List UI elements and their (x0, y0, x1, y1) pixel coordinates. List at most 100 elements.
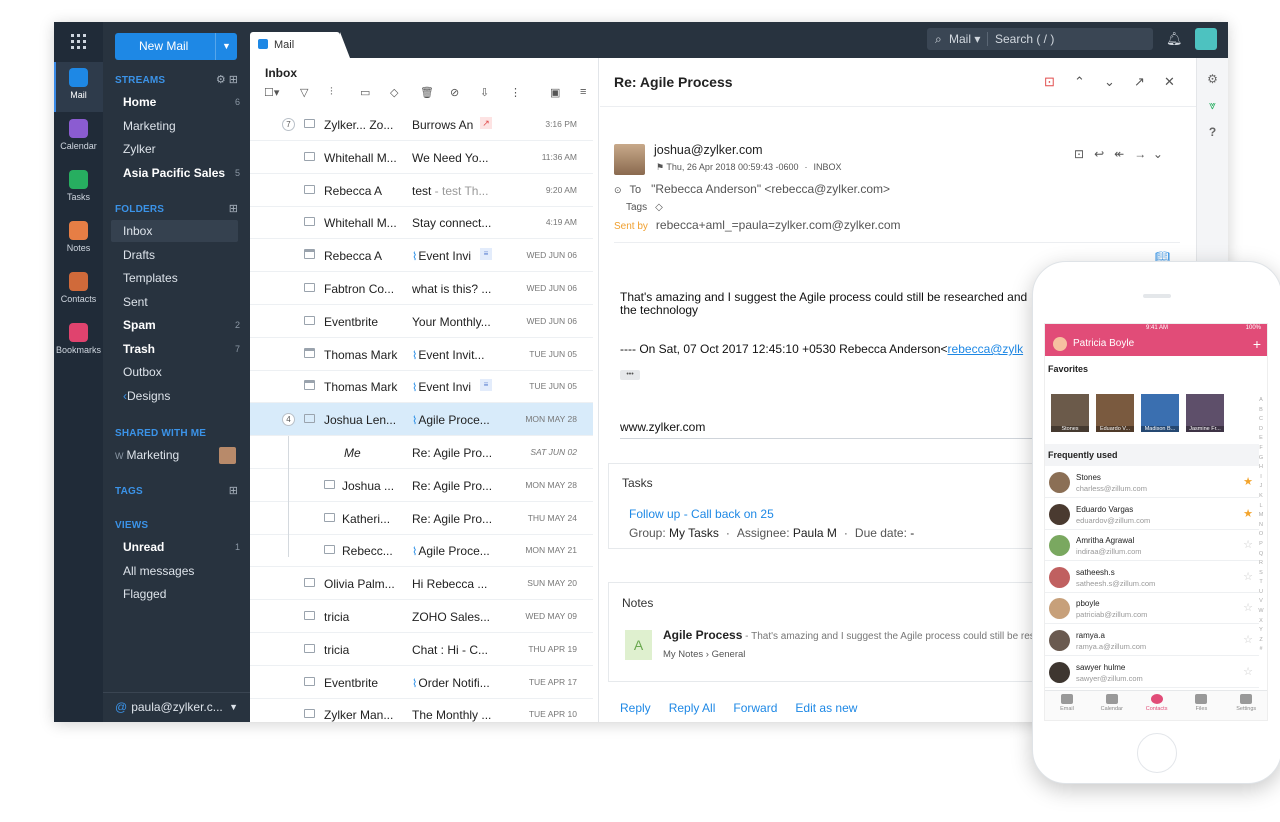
alphabet-letter[interactable]: A (1257, 396, 1265, 406)
star-icon[interactable]: ☆ (1243, 570, 1253, 583)
tag-icon[interactable]: ◇ (390, 86, 398, 99)
alphabet-letter[interactable]: G (1257, 454, 1265, 464)
alphabet-letter[interactable]: Y (1257, 626, 1265, 636)
message-row[interactable]: Zylker Man... The Monthly ... TUE APR 10 (250, 698, 593, 722)
tag-icon[interactable]: ◇ (655, 202, 663, 213)
alphabet-letter[interactable]: O (1257, 530, 1265, 540)
nav-item-zylker[interactable]: Zylker (103, 138, 250, 160)
phone-tab-calendar[interactable]: Calendar (1090, 694, 1134, 712)
note-item[interactable]: Agile Process - That's amazing and I sug… (663, 628, 1035, 642)
edit-as-new-link[interactable]: Edit as new (795, 701, 857, 715)
alphabet-letter[interactable]: I (1257, 473, 1265, 483)
more-icon[interactable]: ⋮ (510, 86, 521, 99)
chevron-down-icon[interactable]: ▼ (215, 33, 237, 60)
nav-item-drafts[interactable]: Drafts (103, 244, 250, 266)
message-row[interactable]: Olivia Palm... Hi Rebecca ... SUN MAY 20 (250, 567, 593, 601)
chevron-down-icon[interactable]: ▼ (229, 693, 238, 721)
select-all-checkbox[interactable]: ☐▾ (264, 86, 279, 99)
message-row[interactable]: tricia ZOHO Sales... WED MAY 09 (250, 600, 593, 633)
stream-settings-icon[interactable]: ⚙ ⊞ (216, 73, 238, 86)
message-row[interactable]: Katheri... Re: Agile Pro... THU MAY 24 (250, 502, 593, 535)
alphabet-letter[interactable]: F (1257, 444, 1265, 454)
phone-tab-email[interactable]: Email (1045, 694, 1089, 712)
nav-item-inbox[interactable]: Inbox (111, 220, 238, 242)
star-icon[interactable]: ☆ (1243, 538, 1253, 551)
alphabet-letter[interactable]: M (1257, 511, 1265, 521)
rail-item-tasks[interactable]: Tasks (54, 164, 103, 214)
task-title-link[interactable]: Follow up - Call back on 25 (629, 507, 774, 521)
settings-icon[interactable]: ⚙ (1197, 72, 1228, 86)
alphabet-letter[interactable]: T (1257, 578, 1265, 588)
rail-item-contacts[interactable]: Contacts (54, 266, 103, 316)
message-row[interactable]: Rebecca A test - test Th... 9:20 AM (250, 174, 593, 207)
alphabet-letter[interactable]: R (1257, 559, 1265, 569)
alphabet-letter[interactable]: V (1257, 597, 1265, 607)
contact-row[interactable]: sawyer hulme sawyer@zillum.com ☆ (1045, 657, 1259, 688)
phone-tab-files[interactable]: Files (1179, 694, 1223, 712)
alphabet-letter[interactable]: S (1257, 569, 1265, 579)
message-row[interactable]: Thomas Mark ⌇Event Invi ≡ TUE JUN 05 (250, 370, 593, 404)
previous-icon[interactable]: ⌃ (1074, 74, 1085, 90)
thread-count-badge[interactable]: 7 (282, 118, 295, 131)
search-bar[interactable]: ⌕ Mail ▾ Search ( / ) (927, 28, 1153, 50)
message-row[interactable]: Thomas Mark ⌇Event Invit... TUE JUN 05 (250, 338, 593, 371)
message-row[interactable]: Fabtron Co... what is this? ... WED JUN 06 (250, 272, 593, 305)
alphabet-letter[interactable]: C (1257, 415, 1265, 425)
nav-item-trash[interactable]: Trash 7 (103, 338, 250, 360)
archive-icon[interactable]: ⇩ (480, 86, 489, 99)
alphabet-letter[interactable]: # (1257, 645, 1265, 655)
user-avatar[interactable] (1195, 28, 1217, 50)
search-scope-select[interactable]: Mail ▾ (949, 28, 980, 50)
shared-item-marketing[interactable]: W Marketing (103, 444, 250, 466)
contact-row[interactable]: ramya.a ramya.a@zillum.com ☆ (1045, 625, 1259, 656)
favorite-contact[interactable]: Stones (1051, 394, 1089, 432)
alphabet-letter[interactable]: Z (1257, 636, 1265, 646)
app-grid-icon[interactable] (71, 34, 86, 49)
alphabet-letter[interactable]: K (1257, 492, 1265, 502)
attachment-filter-icon[interactable]: ⫶ (330, 86, 333, 99)
nav-item-flagged[interactable]: Flagged (103, 583, 250, 605)
home-button[interactable] (1137, 733, 1177, 773)
integrations-icon[interactable]: ⩔ (1197, 98, 1228, 113)
nav-item-outbox[interactable]: Outbox (103, 361, 250, 383)
message-row[interactable]: Joshua ... Re: Agile Pro... MON MAY 28 (250, 469, 593, 502)
popout-icon[interactable]: ↗ (1134, 74, 1145, 90)
new-mail-button[interactable]: New Mail ▼ (115, 33, 237, 60)
search-input[interactable]: Search ( / ) (995, 28, 1054, 50)
message-row[interactable]: Rebecc... ⌇Agile Proce... MON MAY 21 (250, 534, 593, 568)
add-contact-icon[interactable]: + (1253, 332, 1261, 356)
rail-item-bookmarks[interactable]: Bookmarks (54, 317, 103, 367)
nav-item-sent[interactable]: Sent (103, 291, 250, 313)
folder-icon[interactable]: ▭ (360, 86, 370, 99)
message-row[interactable]: 4 Joshua Len... ⌇Agile Proce... MON MAY 28 (250, 403, 593, 437)
reply-all-icon[interactable]: ↞ (1114, 147, 1124, 161)
message-row[interactable]: Eventbrite ⌇Order Notifi... TUE APR 17 (250, 666, 593, 699)
alphabet-letter[interactable]: X (1257, 617, 1265, 627)
nav-item-asia-pacific-sales[interactable]: Asia Pacific Sales 5 (103, 162, 250, 184)
alphabet-letter[interactable]: J (1257, 482, 1265, 492)
alphabet-index[interactable]: A B C D E F G H I J K L M N O P Q R S T U V W X Y Z # (1257, 396, 1265, 655)
nav-item-templates[interactable]: Templates (103, 267, 250, 289)
bell-icon[interactable]: 🔔︎ (1166, 31, 1183, 47)
thread-count-badge[interactable]: 4 (282, 413, 295, 427)
alphabet-letter[interactable]: H (1257, 463, 1265, 473)
rail-item-calendar[interactable]: Calendar (54, 113, 103, 163)
forward-link[interactable]: Forward (733, 701, 777, 715)
alphabet-letter[interactable]: D (1257, 425, 1265, 435)
nav-item-home[interactable]: Home 6 (103, 91, 250, 113)
add-folder-icon[interactable]: ⊞ (229, 202, 238, 215)
contact-row[interactable]: pboyle patriciab@zillum.com ☆ (1045, 593, 1259, 625)
account-switcher[interactable]: @ paula@zylker.c... ▼ (103, 692, 250, 722)
contact-row[interactable]: Eduardo Vargas eduardov@zillum.com ★ (1045, 499, 1259, 530)
rail-item-mail[interactable]: Mail (54, 62, 103, 112)
nav-item-unread[interactable]: Unread 1 (103, 536, 250, 558)
alphabet-letter[interactable]: P (1257, 540, 1265, 550)
sender-email[interactable]: joshua@zylker.com (654, 143, 763, 157)
forward-icon[interactable]: → (1134, 147, 1146, 161)
filter-icon[interactable]: ▽ (300, 86, 308, 99)
star-icon[interactable]: ★ (1243, 475, 1253, 488)
alphabet-letter[interactable]: N (1257, 521, 1265, 531)
next-icon[interactable]: ⌄ (1104, 74, 1115, 90)
nav-item-all-messages[interactable]: All messages (103, 560, 250, 582)
delete-icon[interactable]: 🗑︎ (420, 86, 434, 99)
